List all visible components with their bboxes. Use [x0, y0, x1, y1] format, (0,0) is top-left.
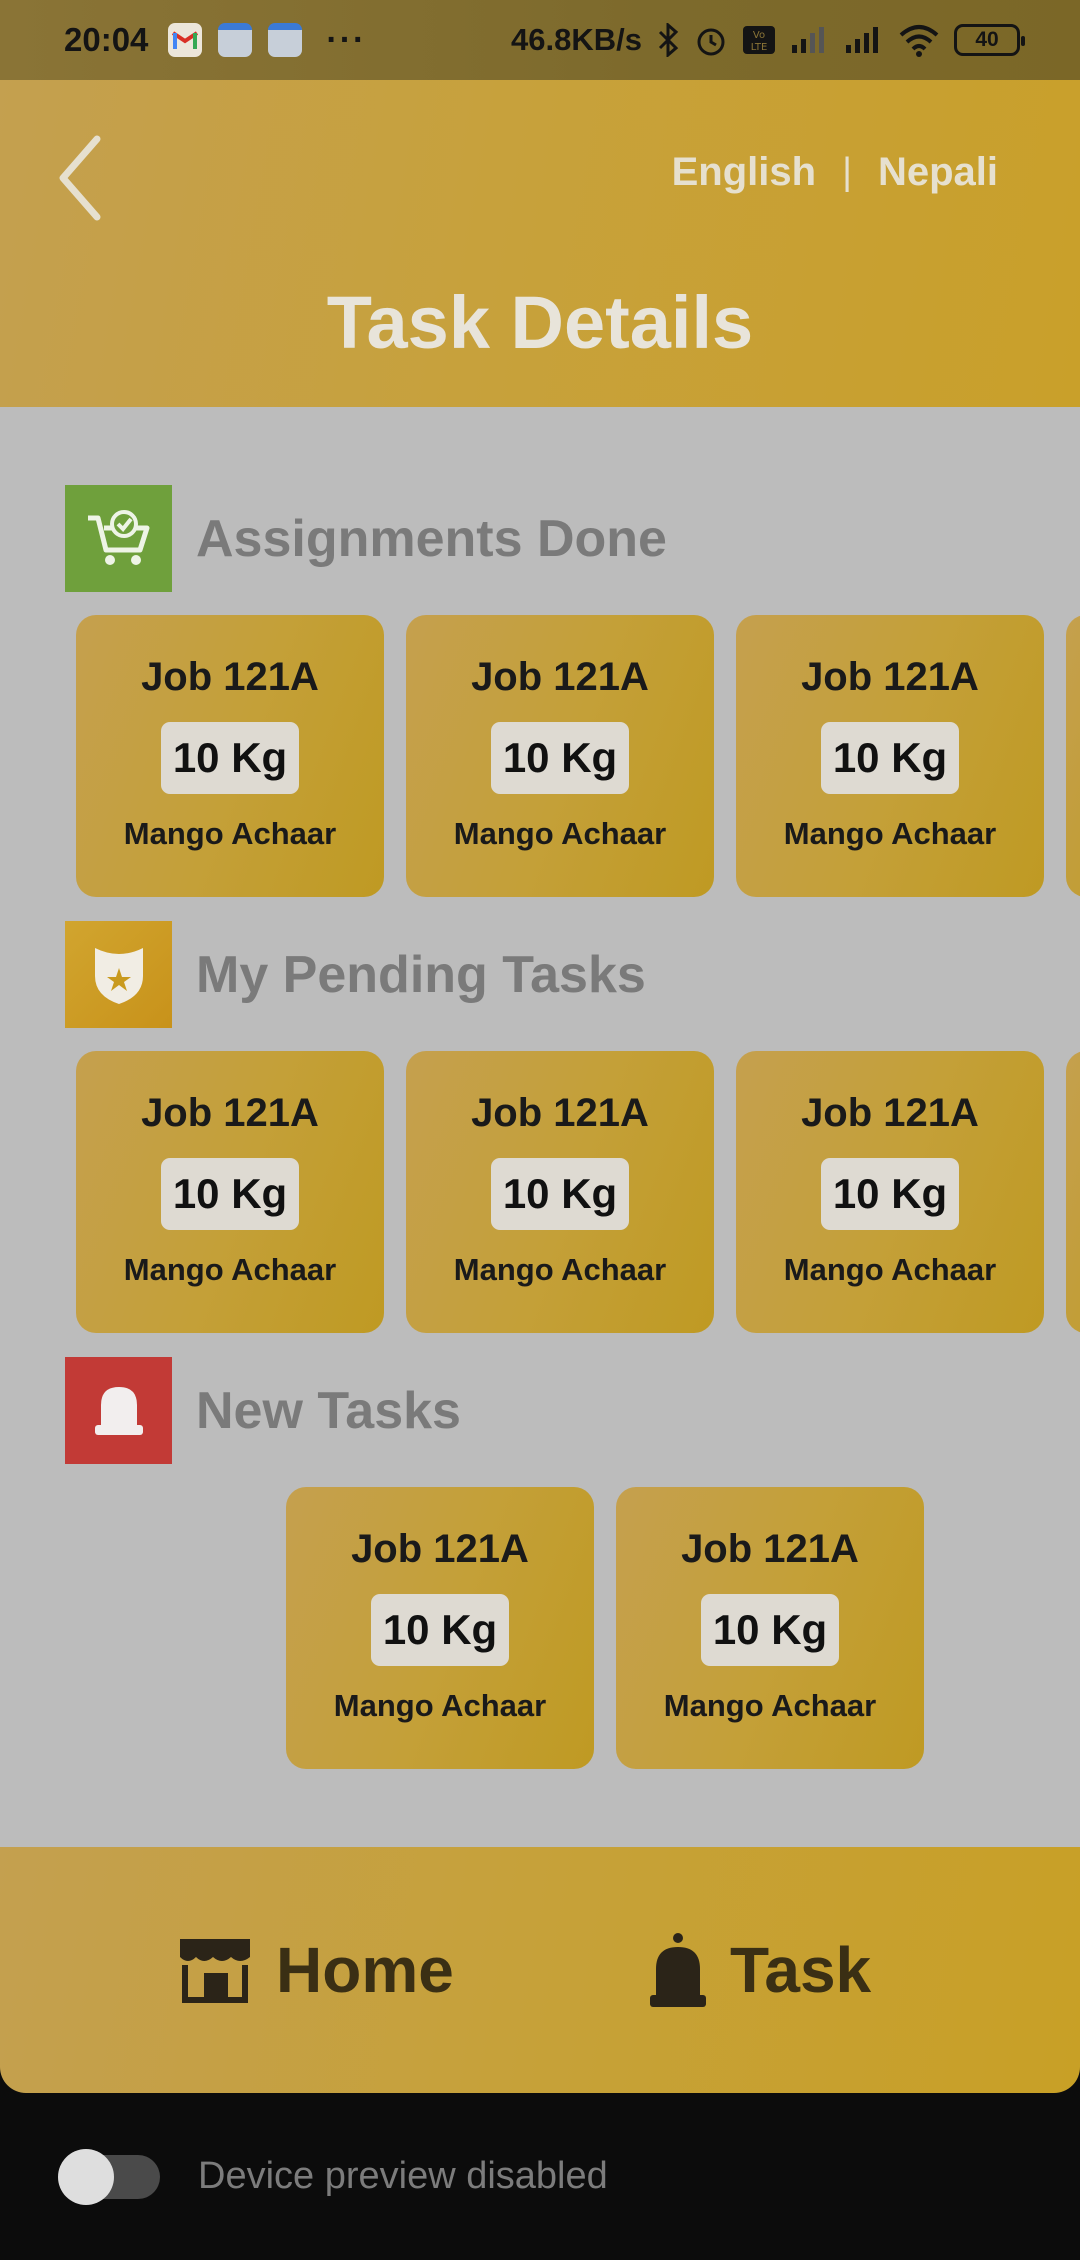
section-header-new-tasks: New Tasks: [65, 1357, 461, 1464]
card-item: Mango Achaar: [783, 816, 997, 851]
lang-separator: |: [842, 151, 852, 193]
section-title: Assignments Done: [196, 509, 667, 568]
toggle-knob: [58, 2148, 114, 2205]
card-item: Mango Achaar: [783, 1252, 997, 1287]
section-title: New Tasks: [196, 1381, 461, 1440]
volte-icon: Vo LTE: [742, 25, 776, 55]
signal-icon: [790, 25, 830, 55]
section-title: My Pending Tasks: [196, 945, 646, 1004]
lang-english-button[interactable]: English: [672, 150, 816, 195]
status-time: 20:04: [64, 21, 149, 58]
task-card[interactable]: Job 121A 10 Kg Mango Achaar: [76, 615, 384, 897]
back-button[interactable]: [48, 128, 112, 228]
task-card[interactable]: Job 121A 10 Kg Mango Achaar: [736, 1051, 1044, 1333]
calendar-icon: [268, 23, 303, 57]
bottom-nav: Home Task: [0, 1847, 1080, 2093]
new-tasks-list: Job 121A 10 Kg Mango Achaar Job 121A 10 …: [286, 1487, 924, 1769]
card-job: Job 121A: [351, 1527, 529, 1571]
device-preview-label: Device preview disabled: [198, 2155, 608, 2197]
card-item: Mango Achaar: [123, 1252, 337, 1287]
wifi-icon: [898, 23, 940, 57]
section-header-pending-tasks: My Pending Tasks: [65, 921, 646, 1028]
device-preview-toggle[interactable]: [58, 2148, 160, 2205]
task-card[interactable]: Job 121A 10 Kg Mango Achaar: [286, 1487, 594, 1769]
star-shield-icon: [65, 921, 172, 1028]
chevron-left-icon: [59, 135, 101, 221]
bluetooth-icon: [656, 23, 680, 57]
card-item: Mango Achaar: [453, 1252, 667, 1287]
page-title: Task Details: [326, 281, 754, 364]
network-speed: 46.8KB/s: [511, 22, 642, 57]
card-item: Mango Achaar: [453, 816, 667, 851]
app-header: English | Nepali Task Details: [0, 80, 1080, 407]
assignments-done-list: Job 121A 10 Kg Mango Achaar Job 121A 10 …: [76, 615, 1080, 897]
alarm-icon: [694, 23, 728, 57]
nav-home-button[interactable]: Home: [176, 1847, 454, 2093]
card-quantity: 10 Kg: [490, 722, 630, 794]
calendar-icon: [218, 23, 253, 57]
card-item: Mango Achaar: [123, 816, 337, 851]
card-job: Job 121A: [471, 655, 649, 699]
task-card[interactable]: Job 121A 10 Kg Mango Achaar: [616, 1487, 924, 1769]
bell-icon: [650, 1933, 706, 2007]
task-card-partial[interactable]: [1066, 615, 1080, 897]
more-notifications-icon: ···: [326, 20, 367, 59]
pending-tasks-list: Job 121A 10 Kg Mango Achaar Job 121A 10 …: [76, 1051, 1080, 1333]
card-item: Mango Achaar: [663, 1688, 877, 1723]
battery-icon: 40: [954, 24, 1025, 56]
device-preview-bar: Device preview disabled: [0, 2093, 1080, 2260]
task-card[interactable]: Job 121A 10 Kg Mango Achaar: [406, 1051, 714, 1333]
language-switcher: English | Nepali: [672, 150, 998, 195]
task-card[interactable]: Job 121A 10 Kg Mango Achaar: [76, 1051, 384, 1333]
card-quantity: 10 Kg: [820, 1158, 960, 1230]
card-job: Job 121A: [801, 1091, 979, 1135]
card-job: Job 121A: [801, 655, 979, 699]
card-quantity: 10 Kg: [700, 1594, 840, 1666]
card-quantity: 10 Kg: [160, 722, 300, 794]
store-icon: [180, 1939, 250, 2003]
nav-task-label: Task: [730, 1934, 872, 2006]
lang-nepali-button[interactable]: Nepali: [878, 150, 998, 195]
card-quantity: 10 Kg: [160, 1158, 300, 1230]
task-card-partial[interactable]: [1066, 1051, 1080, 1333]
card-job: Job 121A: [141, 1091, 319, 1135]
svg-text:Vo: Vo: [753, 30, 765, 41]
signal-icon: [844, 25, 884, 55]
card-job: Job 121A: [471, 1091, 649, 1135]
task-card[interactable]: Job 121A 10 Kg Mango Achaar: [736, 615, 1044, 897]
card-item: Mango Achaar: [333, 1688, 547, 1723]
task-card[interactable]: Job 121A 10 Kg Mango Achaar: [406, 615, 714, 897]
status-bar: 20:04 ··· 46.8KB/s Vo LTE 40: [0, 0, 1080, 80]
card-job: Job 121A: [141, 655, 319, 699]
task-content: Assignments Done Job 121A 10 Kg Mango Ac…: [0, 407, 1080, 1847]
nav-task-button[interactable]: Task: [648, 1847, 871, 2093]
card-quantity: 10 Kg: [820, 722, 960, 794]
section-header-assignments-done: Assignments Done: [65, 485, 667, 592]
card-quantity: 10 Kg: [490, 1158, 630, 1230]
cart-check-icon: [65, 485, 172, 592]
gmail-icon: [168, 23, 203, 57]
svg-text:LTE: LTE: [751, 42, 768, 53]
card-quantity: 10 Kg: [370, 1594, 510, 1666]
card-job: Job 121A: [681, 1527, 859, 1571]
nav-home-label: Home: [276, 1934, 454, 2006]
bell-icon: [65, 1357, 172, 1464]
